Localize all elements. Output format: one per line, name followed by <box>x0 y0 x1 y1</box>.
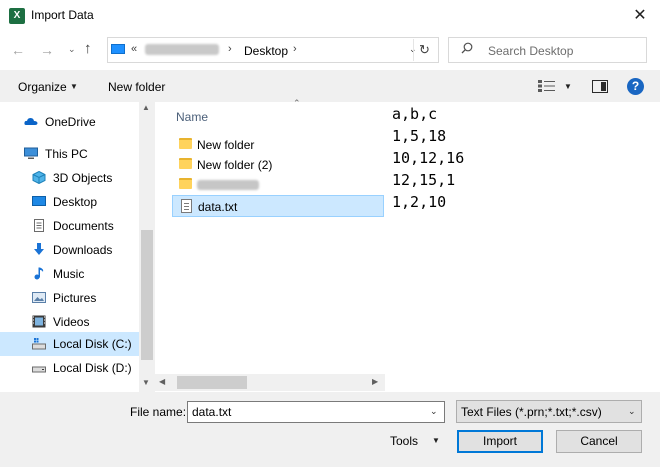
horizontal-scrollbar-thumb[interactable] <box>177 376 247 389</box>
sidebar-item-label: Music <box>53 267 85 281</box>
chevron-down-icon[interactable]: ▼ <box>564 82 572 91</box>
scroll-down-icon[interactable]: ▼ <box>142 378 150 387</box>
file-name-input[interactable] <box>187 401 445 423</box>
scroll-left-icon[interactable]: ◀ <box>159 377 165 386</box>
sidebar-item-label: Local Disk (D:) <box>53 361 132 375</box>
drive-icon <box>32 338 46 350</box>
file-row[interactable]: New folder (2) <box>172 154 384 176</box>
file-row[interactable] <box>172 174 384 196</box>
file-row[interactable]: data.txt <box>172 195 384 217</box>
chevron-down-icon[interactable]: ▼ <box>432 436 440 445</box>
cancel-button[interactable]: Cancel <box>556 430 642 453</box>
toolbar <box>0 70 660 102</box>
cloud-icon <box>24 118 38 125</box>
sidebar-item-label: Videos <box>53 315 90 329</box>
sidebar-item-label: OneDrive <box>45 115 96 129</box>
file-name: New folder (2) <box>197 158 273 172</box>
sidebar-item-this-pc[interactable]: This PC <box>18 142 156 166</box>
preview-pane <box>385 102 660 392</box>
tools-button[interactable]: Tools <box>390 434 418 448</box>
download-icon <box>34 243 44 255</box>
text-file-icon <box>181 199 192 213</box>
title-bar <box>0 0 660 32</box>
preview-line: 1,2,10 <box>392 193 447 211</box>
sidebar-item-label: Documents <box>53 219 114 233</box>
help-icon[interactable]: ? <box>627 78 644 95</box>
drive-icon <box>32 366 46 373</box>
desktop-icon <box>32 196 46 206</box>
window-title: Import Data <box>31 8 94 22</box>
cube-icon <box>32 171 46 184</box>
preview-line: 12,15,1 <box>392 171 456 189</box>
new-folder-button[interactable]: New folder <box>108 80 165 94</box>
forward-arrow-icon[interactable]: → <box>40 42 54 58</box>
up-arrow-icon[interactable]: ↑ <box>84 40 92 57</box>
column-header-name[interactable]: Name <box>176 110 208 124</box>
excel-app-icon: X <box>9 8 25 24</box>
sidebar-item-label: Downloads <box>53 243 113 257</box>
preview-line: 10,12,16 <box>392 149 465 167</box>
search-placeholder[interactable]: Search Desktop <box>488 44 573 58</box>
preview-line: a,b,c <box>392 105 438 123</box>
file-name-blurred <box>197 180 259 190</box>
sidebar-item-label: Local Disk (C:) <box>53 337 132 351</box>
search-icon <box>461 42 473 54</box>
breadcrumb-separator-icon[interactable]: › <box>293 43 297 55</box>
pc-icon <box>111 44 125 54</box>
close-button[interactable]: ✕ <box>626 4 654 28</box>
chevron-down-icon[interactable]: ⌄ <box>430 406 438 417</box>
folder-icon <box>179 158 192 169</box>
breadcrumb-current[interactable]: Desktop <box>244 44 288 58</box>
sidebar-item-label: This PC <box>45 147 88 161</box>
import-button[interactable]: Import <box>457 430 543 453</box>
refresh-button[interactable]: ↻ <box>413 39 435 61</box>
pictures-icon <box>32 292 46 303</box>
sidebar-item-label: 3D Objects <box>53 171 113 185</box>
scroll-right-icon[interactable]: ▶ <box>372 377 378 386</box>
sort-indicator-icon: ⌃ <box>293 98 301 108</box>
view-options-icon[interactable] <box>538 80 556 92</box>
documents-icon <box>34 219 44 232</box>
sidebar-item-label: Pictures <box>53 291 97 305</box>
organize-button[interactable]: Organize <box>18 80 67 94</box>
folder-icon <box>179 138 192 149</box>
chevron-down-icon[interactable]: ▼ <box>70 82 78 91</box>
sidebar-item-local-disk-c[interactable]: Local Disk (C:) <box>0 332 139 356</box>
breadcrumb-blurred-user[interactable] <box>145 44 219 55</box>
breadcrumb-overflow[interactable]: « <box>131 43 137 55</box>
file-row[interactable]: New folder <box>172 134 384 156</box>
pc-icon <box>24 147 38 159</box>
back-arrow-icon[interactable]: ← <box>11 42 25 58</box>
chevron-down-icon[interactable]: ⌄ <box>628 406 636 417</box>
preview-line: 1,5,18 <box>392 127 447 145</box>
file-name: New folder <box>197 138 255 152</box>
scroll-up-icon[interactable]: ▲ <box>142 103 150 112</box>
music-icon <box>34 267 44 280</box>
file-type-value: Text Files (*.prn;*.txt;*.csv) <box>461 405 602 419</box>
sidebar-item-onedrive[interactable]: OneDrive <box>18 110 156 134</box>
nav-scrollbar-thumb[interactable] <box>141 230 153 360</box>
file-name-label: File name: <box>130 405 187 419</box>
sidebar-item-label: Desktop <box>53 195 98 209</box>
file-name: data.txt <box>198 200 238 214</box>
recent-locations-chevron-icon[interactable]: ⌄ <box>68 44 76 55</box>
videos-icon <box>32 315 46 328</box>
navigation-pane: OneDrive This PC 3D Objects Desktop Docu… <box>0 102 155 392</box>
breadcrumb-separator-icon[interactable]: › <box>228 43 232 55</box>
folder-icon <box>179 178 192 189</box>
preview-pane-icon[interactable] <box>592 80 608 93</box>
